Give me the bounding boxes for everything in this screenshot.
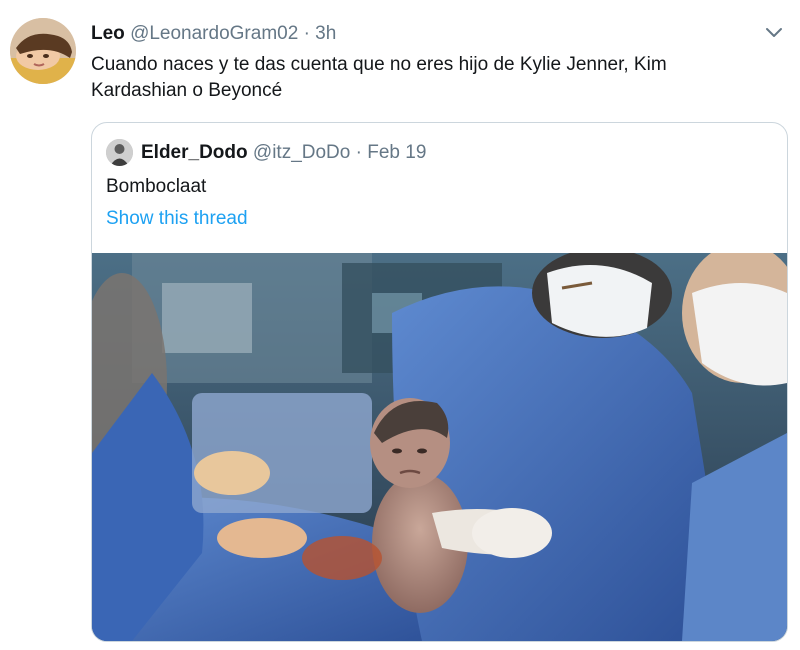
quoted-tweet-header: Elder_Dodo @itz_DoDo · Feb 19 [141,141,426,165]
quoted-author-avatar[interactable] [106,139,133,166]
author-handle[interactable]: @LeonardoGram02 [130,23,298,44]
separator-dot: · [303,23,310,44]
tweet-header: Leo @LeonardoGram02 · 3h [91,22,336,46]
quoted-tweet-timestamp[interactable]: Feb 19 [367,142,426,163]
chevron-down-icon[interactable] [762,20,786,44]
tweet[interactable]: Leo @LeonardoGram02 · 3h Cuando naces y … [0,0,800,650]
author-name[interactable]: Leo [91,23,125,44]
quoted-tweet-photo[interactable] [92,253,787,641]
author-avatar[interactable] [10,18,76,84]
tweet-timestamp[interactable]: 3h [315,23,336,44]
show-thread-link[interactable]: Show this thread [106,207,248,231]
quoted-tweet-text: Bomboclaat [106,176,207,197]
tweet-text: Cuando naces y te das cuenta que no eres… [91,54,667,101]
separator-dot: · [355,142,362,163]
quoted-author-name[interactable]: Elder_Dodo [141,142,248,163]
quoted-author-handle[interactable]: @itz_DoDo [253,142,350,163]
quoted-tweet[interactable]: Elder_Dodo @itz_DoDo · Feb 19 Bomboclaat… [91,122,788,642]
